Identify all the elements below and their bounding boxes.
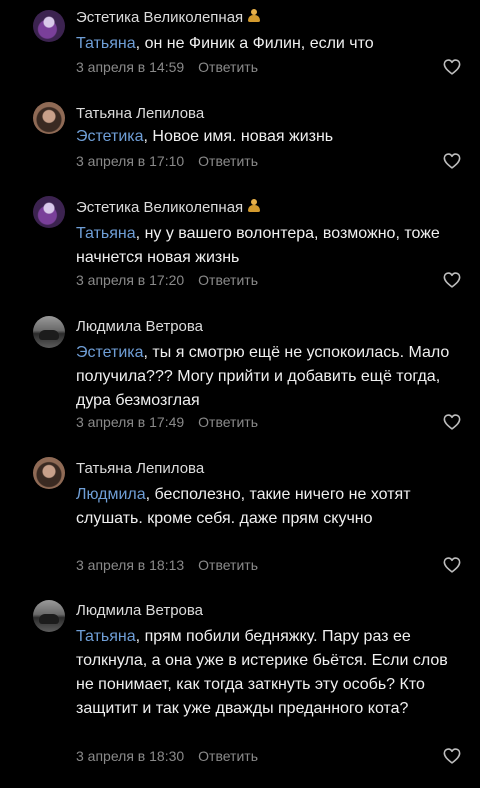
avatar[interactable] [33,600,65,632]
reply-button[interactable]: Ответить [198,748,258,764]
comment-date: 3 апреля в 14:59 [76,59,185,75]
heart-outline-icon[interactable] [443,153,461,169]
comment-text: Эстетика, Новое имя. новая жизнь [76,125,466,149]
author-name[interactable]: Эстетика Великолепная [76,9,243,26]
comment-date: 3 апреля в 18:30 [76,748,185,764]
heart-outline-icon[interactable] [443,748,461,764]
comment-text: Татьяна, ну у вашего волонтера, возможно… [76,222,466,270]
reply-button[interactable]: Ответить [198,59,258,75]
avatar[interactable] [33,102,65,134]
comment-meta: 3 апреля в 17:10 Ответить [76,153,258,169]
comment-meta: 3 апреля в 17:49 Ответить [76,414,258,430]
heart-outline-icon[interactable] [443,59,461,75]
author-name[interactable]: Татьяна Лепилова [76,460,204,477]
reply-button[interactable]: Ответить [198,153,258,169]
comment-body: , Новое имя. новая жизнь [143,128,334,145]
mention-link[interactable]: Людмила [76,486,146,503]
person-emoji-icon [247,199,261,213]
comment-author[interactable]: Эстетика Великолепная [76,9,261,26]
heart-outline-icon[interactable] [443,414,461,430]
comment-meta: 3 апреля в 18:30 Ответить [76,748,258,764]
comment-author[interactable]: Татьяна Лепилова [76,105,204,122]
reply-button[interactable]: Ответить [198,557,258,573]
comment-author[interactable]: Татьяна Лепилова [76,460,204,477]
comment-date: 3 апреля в 17:10 [76,153,185,169]
person-emoji-icon [247,9,261,23]
reply-button[interactable]: Ответить [198,272,258,288]
comment-date: 3 апреля в 18:13 [76,557,185,573]
mention-link[interactable]: Татьяна [76,628,136,645]
mention-link[interactable]: Эстетика [76,344,144,361]
author-name[interactable]: Людмила Ветрова [76,318,203,335]
author-name[interactable]: Татьяна Лепилова [76,105,204,122]
mention-link[interactable]: Эстетика [76,128,144,145]
comment-meta: 3 апреля в 18:13 Ответить [76,557,258,573]
author-name[interactable]: Эстетика Великолепная [76,199,243,216]
mention-link[interactable]: Татьяна [76,35,136,52]
comment-text: Людмила, бесполезно, такие ничего не хот… [76,483,466,531]
heart-outline-icon[interactable] [443,272,461,288]
comment-body: , он не Финик а Филин, если что [135,35,374,52]
comment-text: Татьяна, он не Финик а Филин, если что [76,32,466,56]
comment-meta: 3 апреля в 14:59 Ответить [76,59,258,75]
avatar[interactable] [33,196,65,228]
comment-text: Татьяна, прям побили бедняжку. Пару раз … [76,625,466,721]
mention-link[interactable]: Татьяна [76,225,136,242]
comment-author[interactable]: Эстетика Великолепная [76,199,261,216]
comment-text: Эстетика, ты я смотрю ещё не успокоилась… [76,341,466,413]
comment-author[interactable]: Людмила Ветрова [76,602,203,619]
comment-date: 3 апреля в 17:20 [76,272,185,288]
comment-date: 3 апреля в 17:49 [76,414,185,430]
avatar[interactable] [33,316,65,348]
comment-meta: 3 апреля в 17:20 Ответить [76,272,258,288]
avatar[interactable] [33,457,65,489]
heart-outline-icon[interactable] [443,557,461,573]
reply-button[interactable]: Ответить [198,414,258,430]
avatar[interactable] [33,10,65,42]
author-name[interactable]: Людмила Ветрова [76,602,203,619]
comment-author[interactable]: Людмила Ветрова [76,318,203,335]
